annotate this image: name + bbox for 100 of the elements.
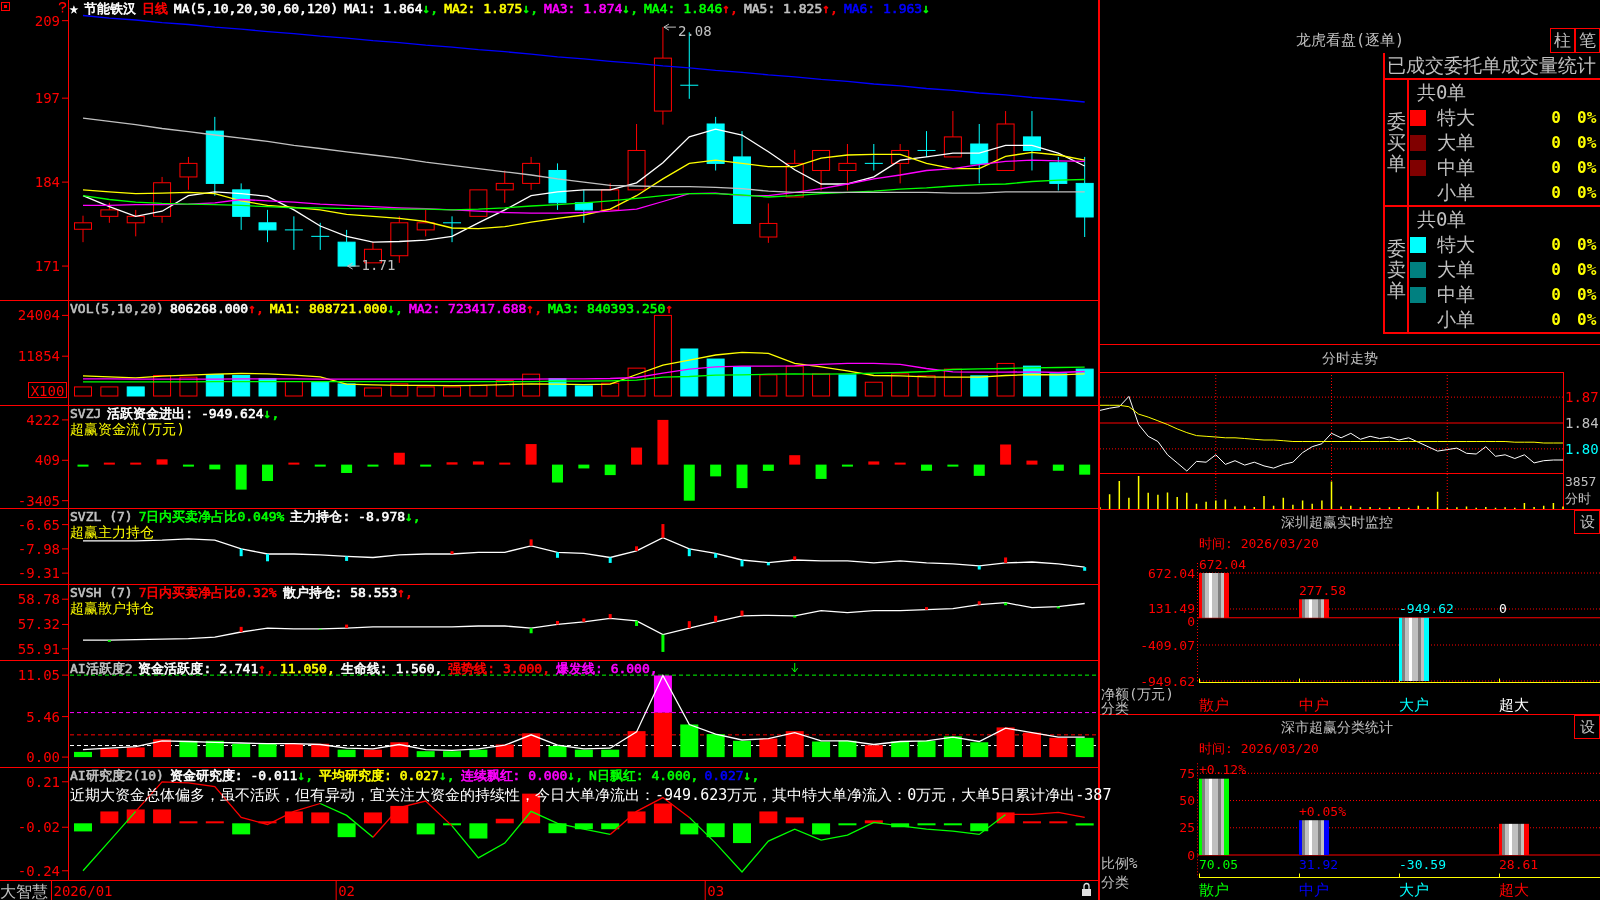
category-bar bbox=[1399, 617, 1429, 681]
arrow-icon bbox=[663, 23, 677, 31]
research-bar bbox=[1022, 821, 1041, 824]
lock-icon[interactable] bbox=[1082, 882, 1091, 896]
axis-title: 净额(万元) bbox=[1101, 686, 1174, 702]
candlestick bbox=[258, 209, 277, 243]
research-bar bbox=[153, 809, 172, 824]
signal-mark bbox=[266, 554, 269, 562]
flow-bar bbox=[1079, 464, 1091, 475]
unit-label: X100 bbox=[28, 382, 67, 399]
axis-label: 11.05 bbox=[17, 667, 60, 684]
indicator-title: 超赢散户持仓 bbox=[70, 600, 154, 616]
candlestick bbox=[943, 110, 962, 158]
order-percent: 0% bbox=[1577, 310, 1597, 329]
legend-text: SVZJ bbox=[70, 406, 102, 421]
help-icon[interactable] bbox=[58, 2, 67, 13]
flow-bar bbox=[868, 461, 880, 465]
date-label: 02 bbox=[338, 883, 356, 899]
legend-text: 7日内买卖净占比0.32% bbox=[138, 585, 277, 600]
research-bar bbox=[838, 823, 857, 826]
order-size-label: 大单 bbox=[1437, 130, 1475, 155]
legend-text: MA3: 1.874 bbox=[544, 1, 623, 16]
research-bar bbox=[74, 823, 92, 832]
research-bar bbox=[443, 823, 462, 826]
axis-label: 4222 bbox=[26, 411, 60, 428]
signal-mark bbox=[635, 546, 639, 551]
candlestick bbox=[74, 215, 92, 243]
trend-arrow: ↓, bbox=[387, 301, 403, 316]
trend-arrow: ↑, bbox=[258, 661, 274, 676]
flow-bar bbox=[710, 464, 722, 477]
legend-text: ★ bbox=[70, 1, 78, 16]
candlestick bbox=[706, 116, 725, 171]
activity-bar bbox=[838, 740, 857, 758]
flow-bar bbox=[472, 461, 484, 465]
view-button[interactable]: 柱 bbox=[1550, 28, 1575, 53]
axis-label: 11854 bbox=[17, 348, 60, 365]
signal-mark bbox=[793, 615, 797, 618]
view-button[interactable]: 笔 bbox=[1575, 28, 1600, 53]
flow-bar bbox=[841, 464, 853, 467]
order-count: 0 bbox=[1551, 260, 1561, 279]
research-bar bbox=[205, 821, 224, 824]
flow-bar bbox=[578, 464, 590, 469]
axis-title: 分时 bbox=[1565, 490, 1591, 506]
axis-label: 5.46 bbox=[26, 708, 60, 725]
activity-bar bbox=[627, 731, 646, 758]
flow-bar bbox=[604, 464, 616, 476]
axis-label: 25 bbox=[1179, 820, 1195, 836]
order-size-label: 小单 bbox=[1437, 307, 1475, 332]
activity-bar bbox=[1075, 737, 1094, 758]
trend-arrow: ↓, bbox=[567, 768, 583, 783]
candlestick bbox=[1022, 110, 1041, 171]
activity-bar bbox=[680, 724, 699, 758]
axis-label: 171 bbox=[34, 258, 60, 275]
legend-text: 资金活跃度: 2.741 bbox=[138, 661, 259, 676]
order-percent: 0% bbox=[1577, 260, 1597, 279]
volume-max-label: 3857 bbox=[1565, 474, 1597, 489]
trend-arrow: ↑ bbox=[665, 301, 674, 316]
candlestick bbox=[785, 149, 804, 198]
signal-mark bbox=[1004, 602, 1008, 606]
research-bar bbox=[759, 811, 778, 824]
signal-mark bbox=[608, 557, 612, 563]
signal-mark bbox=[529, 628, 533, 634]
box-icon[interactable] bbox=[1, 2, 10, 11]
order-total: 共0单 bbox=[1417, 207, 1467, 232]
settings-button[interactable]: 设 bbox=[1574, 510, 1600, 534]
order-count: 0 bbox=[1551, 235, 1561, 254]
volume-bar bbox=[469, 384, 488, 397]
axis-label: 1.84 bbox=[1565, 415, 1599, 431]
order-size-label: 小单 bbox=[1437, 180, 1475, 205]
trend-arrow: ↓, bbox=[438, 768, 455, 783]
order-size-label: 特大 bbox=[1437, 232, 1475, 257]
axis-label: 0 bbox=[1187, 614, 1195, 629]
signal-mark bbox=[239, 548, 243, 557]
indicator-title: 超赢资金流(万元) bbox=[70, 421, 185, 437]
candlestick bbox=[864, 143, 884, 171]
candlestick bbox=[601, 182, 620, 211]
value-label: 0 bbox=[1499, 601, 1507, 617]
order-percent: 0% bbox=[1577, 158, 1597, 177]
candlestick bbox=[126, 209, 145, 237]
flow-bar bbox=[683, 464, 695, 501]
activity-bar bbox=[601, 749, 620, 758]
legend-text: 7日内买卖净占比0.049% bbox=[138, 509, 285, 524]
settings-button[interactable]: 设 bbox=[1574, 715, 1600, 739]
category-label: 超大 bbox=[1499, 696, 1529, 714]
flow-bar bbox=[367, 464, 379, 467]
trend-arrow: ↑, bbox=[526, 301, 542, 316]
flow-bar bbox=[156, 459, 168, 465]
order-percent: 0% bbox=[1577, 133, 1597, 152]
legend-text: AI研究度2(10) bbox=[70, 768, 164, 783]
trend-arrow: ↑, bbox=[722, 1, 738, 16]
signal-mark bbox=[450, 551, 454, 554]
legend-text: 活跃资金进出: -949.624 bbox=[107, 406, 264, 421]
legend-text: 资金研究度: -0.011 bbox=[169, 768, 298, 783]
research-bar bbox=[495, 818, 514, 824]
legend-text: 806268.000 bbox=[169, 301, 249, 316]
flow-bar bbox=[288, 462, 300, 465]
flow-bar bbox=[973, 464, 985, 476]
legend-text: 主力持仓: -8.978 bbox=[290, 509, 406, 524]
axis-label: 1.87 bbox=[1565, 389, 1599, 406]
activity-bar bbox=[574, 749, 593, 758]
